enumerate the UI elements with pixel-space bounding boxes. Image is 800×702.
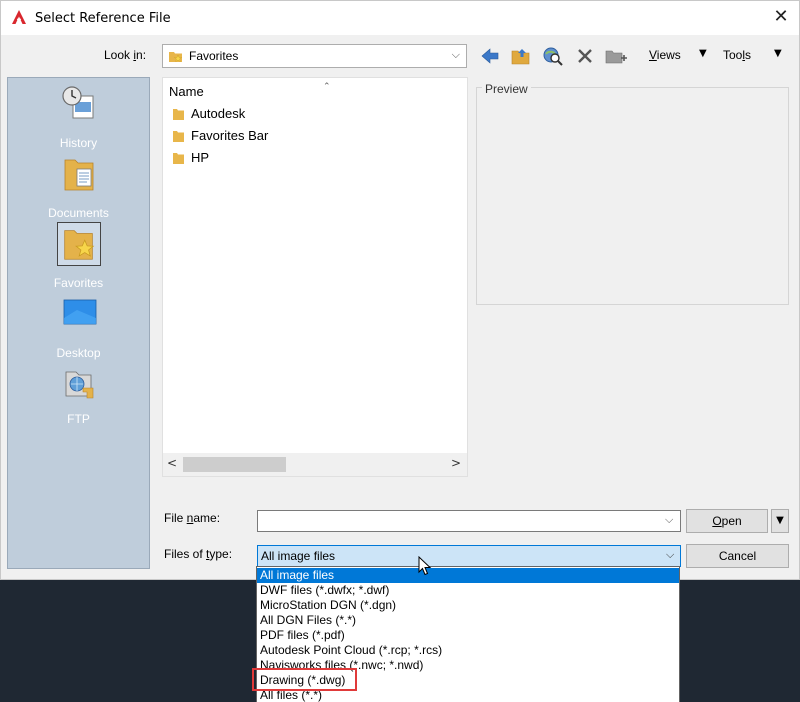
column-header-name[interactable]: Name ⌃ [169, 82, 331, 99]
annotation-highlight-box [252, 668, 357, 691]
documents-icon [64, 159, 94, 191]
dropdown-option[interactable]: PDF files (*.pdf) [257, 628, 679, 643]
select-reference-file-dialog: Select Reference File ✕ Look in: Favorit… [0, 0, 800, 580]
place-desktop-label: Desktop [56, 346, 101, 360]
window-title: Select Reference File [35, 11, 171, 26]
file-list[interactable]: Name ⌃ Autodesk Favorites Bar HP < > [162, 77, 468, 477]
chevron-down-icon: ⌵ [451, 48, 460, 61]
create-folder-icon[interactable] [604, 45, 628, 67]
title-bar: Select Reference File ✕ [1, 1, 799, 35]
folder-icon [173, 153, 184, 164]
autocad-logo-icon [12, 10, 26, 24]
favorites-icon [57, 222, 101, 266]
open-options-dropdown-button[interactable]: ▼ [771, 509, 789, 533]
views-menu[interactable]: Views [649, 48, 681, 62]
search-web-icon[interactable] [541, 45, 565, 67]
close-button[interactable]: ✕ [767, 5, 795, 31]
dropdown-option[interactable]: DWF files (*.dwfx; *.dwf) [257, 583, 679, 598]
dropdown-option-all-image-files[interactable]: All image files [257, 568, 679, 583]
dropdown-option[interactable]: MicroStation DGN (*.dgn) [257, 598, 679, 613]
preview-label: Preview [482, 82, 531, 96]
cancel-button[interactable]: Cancel [686, 544, 789, 568]
ftp-icon [65, 371, 94, 399]
preview-pane [476, 87, 789, 305]
places-sidebar: History Documents Favorites Desktop FTP [7, 77, 150, 569]
back-icon[interactable] [479, 45, 501, 67]
files-of-type-combo[interactable]: All image files ⌵ [257, 545, 681, 567]
look-in-label: Look in: [104, 48, 147, 62]
views-dropdown-arrow-icon[interactable]: ▼ [699, 48, 707, 59]
place-history-label: History [59, 136, 98, 150]
history-icon [62, 86, 94, 119]
files-of-type-value: All image files [261, 549, 336, 563]
place-documents-label: Documents [48, 206, 109, 220]
place-favorites-label: Favorites [53, 276, 104, 290]
place-ftp-label: FTP [67, 412, 90, 426]
horizontal-scrollbar[interactable]: < > [163, 453, 467, 476]
dropdown-option[interactable]: Autodesk Point Cloud (*.rcp; *.rcs) [257, 643, 679, 658]
up-folder-icon[interactable] [509, 45, 533, 67]
chevron-down-icon: ⌵ [666, 548, 675, 561]
sort-ascending-icon: ⌃ [323, 82, 331, 92]
favorites-folder-icon [169, 52, 183, 62]
mouse-cursor-icon [418, 556, 432, 576]
tools-menu[interactable]: Tools [723, 48, 751, 62]
scrollbar-thumb[interactable] [183, 457, 286, 472]
look-in-combo[interactable]: Favorites ⌵ [162, 44, 467, 68]
open-button[interactable]: Open [686, 509, 768, 533]
desktop-icon [63, 299, 97, 325]
file-name-input[interactable] [257, 510, 681, 532]
tools-dropdown-arrow-icon[interactable]: ▼ [774, 48, 782, 59]
look-in-value: Favorites [189, 49, 239, 63]
folder-icon [173, 131, 184, 142]
files-of-type-label: Files of type: [164, 547, 233, 561]
file-name-label: File name: [164, 511, 221, 525]
chevron-down-icon[interactable]: ⌵ [665, 513, 673, 527]
scroll-right-icon[interactable]: > [451, 456, 461, 470]
delete-icon[interactable] [574, 45, 596, 67]
dropdown-option[interactable]: All DGN Files (*.*) [257, 613, 679, 628]
folder-icon [173, 109, 184, 120]
scroll-left-icon[interactable]: < [167, 456, 177, 470]
